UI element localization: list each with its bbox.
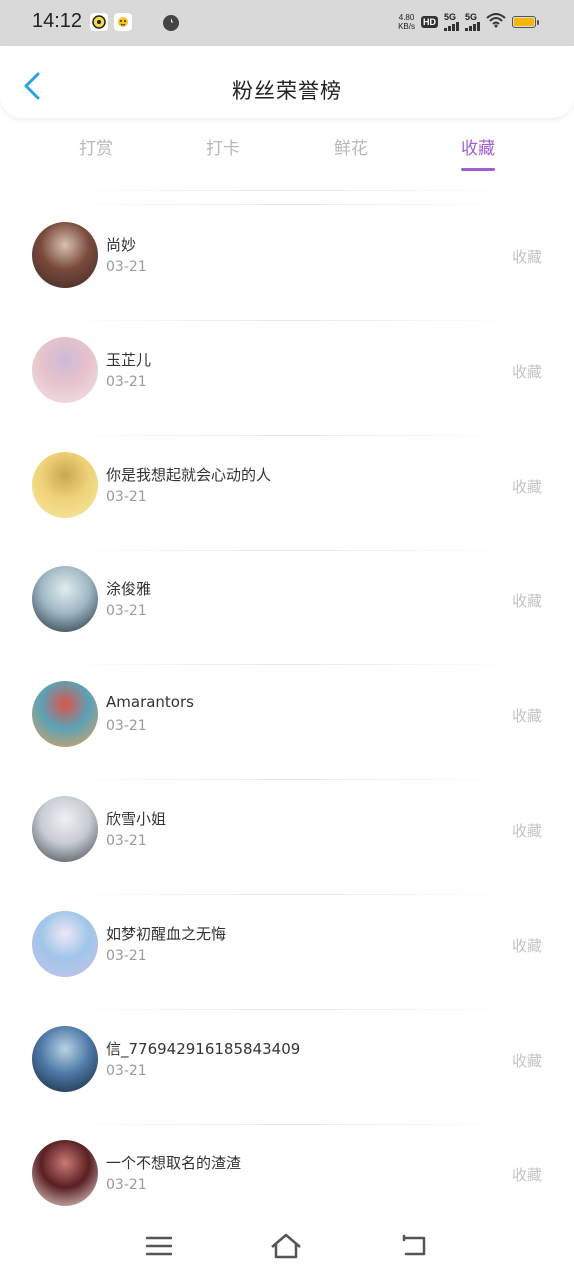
hd-badge: HD <box>421 16 438 28</box>
avatar[interactable] <box>32 337 98 403</box>
chat-app-icon <box>90 13 108 31</box>
avatar[interactable] <box>32 1140 98 1206</box>
active-tab-indicator <box>461 168 495 171</box>
divider <box>60 190 520 191</box>
fan-action-label: 收藏 <box>511 707 542 725</box>
fan-name: 涂俊雅 <box>106 580 152 598</box>
fan-action-label: 收藏 <box>511 248 542 266</box>
home-button[interactable] <box>266 1230 306 1262</box>
status-time: 14:12 <box>32 10 83 32</box>
page-title: 粉丝荣誉榜 <box>232 79 342 103</box>
fan-name: 信_776942916185843409 <box>106 1040 301 1058</box>
avatar[interactable] <box>32 222 98 288</box>
back-nav-button[interactable] <box>394 1230 434 1262</box>
back-icon <box>402 1234 426 1256</box>
fan-action-label: 收藏 <box>511 1052 542 1070</box>
fan-list-item[interactable]: 玉芷儿 03-21 收藏 <box>0 337 574 451</box>
fan-action-label: 收藏 <box>511 822 542 840</box>
wifi-icon <box>486 12 506 32</box>
fan-name: 尚妙 <box>106 236 137 254</box>
avatar[interactable] <box>32 1026 98 1092</box>
fan-name: 一个不想取名的渣渣 <box>106 1154 242 1172</box>
menu-button[interactable] <box>139 1230 179 1262</box>
fan-list-item[interactable]: 信_776942916185843409 03-21 收藏 <box>0 1026 574 1140</box>
divider <box>60 1009 520 1010</box>
avatar[interactable] <box>32 911 98 977</box>
battery-icon <box>512 16 539 28</box>
fan-date: 03-21 <box>106 1063 147 1079</box>
sim2-label: 5G <box>465 12 478 22</box>
fan-date: 03-21 <box>106 603 147 619</box>
network-speed-unit: KB/s <box>398 22 415 31</box>
fan-name: 你是我想起就会心动的人 <box>106 466 272 484</box>
fan-date: 03-21 <box>106 374 147 390</box>
divider <box>60 320 520 321</box>
menu-icon <box>146 1236 172 1256</box>
network-speed-value: 4.80 <box>398 13 415 22</box>
avatar[interactable] <box>32 452 98 518</box>
avatar[interactable] <box>32 681 98 747</box>
fan-action-label: 收藏 <box>511 478 542 496</box>
tab-reward[interactable]: 打赏 <box>51 134 141 159</box>
system-nav-bar <box>0 1216 574 1280</box>
avatar[interactable] <box>32 566 98 632</box>
weather-app-icon <box>114 13 132 31</box>
status-indicators: 4.80 KB/s HD 5G 5G <box>398 12 539 32</box>
network-speed: 4.80 KB/s <box>398 13 415 31</box>
status-bar: 14:12 4.80 KB/s HD 5G 5G <box>0 0 574 46</box>
fan-list-item[interactable]: Amarantors 03-21 收藏 <box>0 681 574 795</box>
sim1-label: 5G <box>444 12 457 22</box>
fan-date: 03-21 <box>106 259 147 275</box>
divider <box>60 204 520 205</box>
divider <box>60 550 520 551</box>
fan-name: 欣雪小姐 <box>106 810 167 828</box>
divider <box>60 664 520 665</box>
fan-name: 如梦初醒血之无悔 <box>106 925 227 943</box>
home-icon <box>271 1233 301 1259</box>
fan-list-item[interactable]: 如梦初醒血之无悔 03-21 收藏 <box>0 911 574 1025</box>
fan-date: 03-21 <box>106 833 147 849</box>
fan-action-label: 收藏 <box>511 592 542 610</box>
fan-list-item[interactable]: 欣雪小姐 03-21 收藏 <box>0 796 574 910</box>
fan-list-item[interactable]: 尚妙 03-21 收藏 <box>0 222 574 336</box>
tab-checkin[interactable]: 打卡 <box>178 134 268 159</box>
fan-action-label: 收藏 <box>511 363 542 381</box>
fan-name: 玉芷儿 <box>106 351 152 369</box>
compass-icon <box>162 14 180 32</box>
fan-date: 03-21 <box>106 718 147 734</box>
fan-date: 03-21 <box>106 489 147 505</box>
tab-bar: 打赏 打卡 鲜花 收藏 <box>0 134 574 178</box>
divider <box>60 894 520 895</box>
fan-date: 03-21 <box>106 1177 147 1193</box>
fan-name: Amarantors <box>106 693 194 711</box>
fan-list-item[interactable]: 涂俊雅 03-21 收藏 <box>0 566 574 680</box>
divider <box>60 435 520 436</box>
fan-action-label: 收藏 <box>511 1166 542 1184</box>
tab-favorites[interactable]: 收藏 <box>433 134 523 159</box>
fan-action-label: 收藏 <box>511 937 542 955</box>
signal-sim2-icon: 5G <box>465 13 480 31</box>
divider <box>60 1124 520 1125</box>
top-app-bar: 粉丝荣誉榜 <box>0 46 574 118</box>
signal-sim1-icon: 5G <box>444 13 459 31</box>
fan-date: 03-21 <box>106 948 147 964</box>
tab-flowers[interactable]: 鲜花 <box>306 134 396 159</box>
fan-list-item[interactable]: 你是我想起就会心动的人 03-21 收藏 <box>0 452 574 566</box>
divider <box>60 779 520 780</box>
avatar[interactable] <box>32 796 98 862</box>
